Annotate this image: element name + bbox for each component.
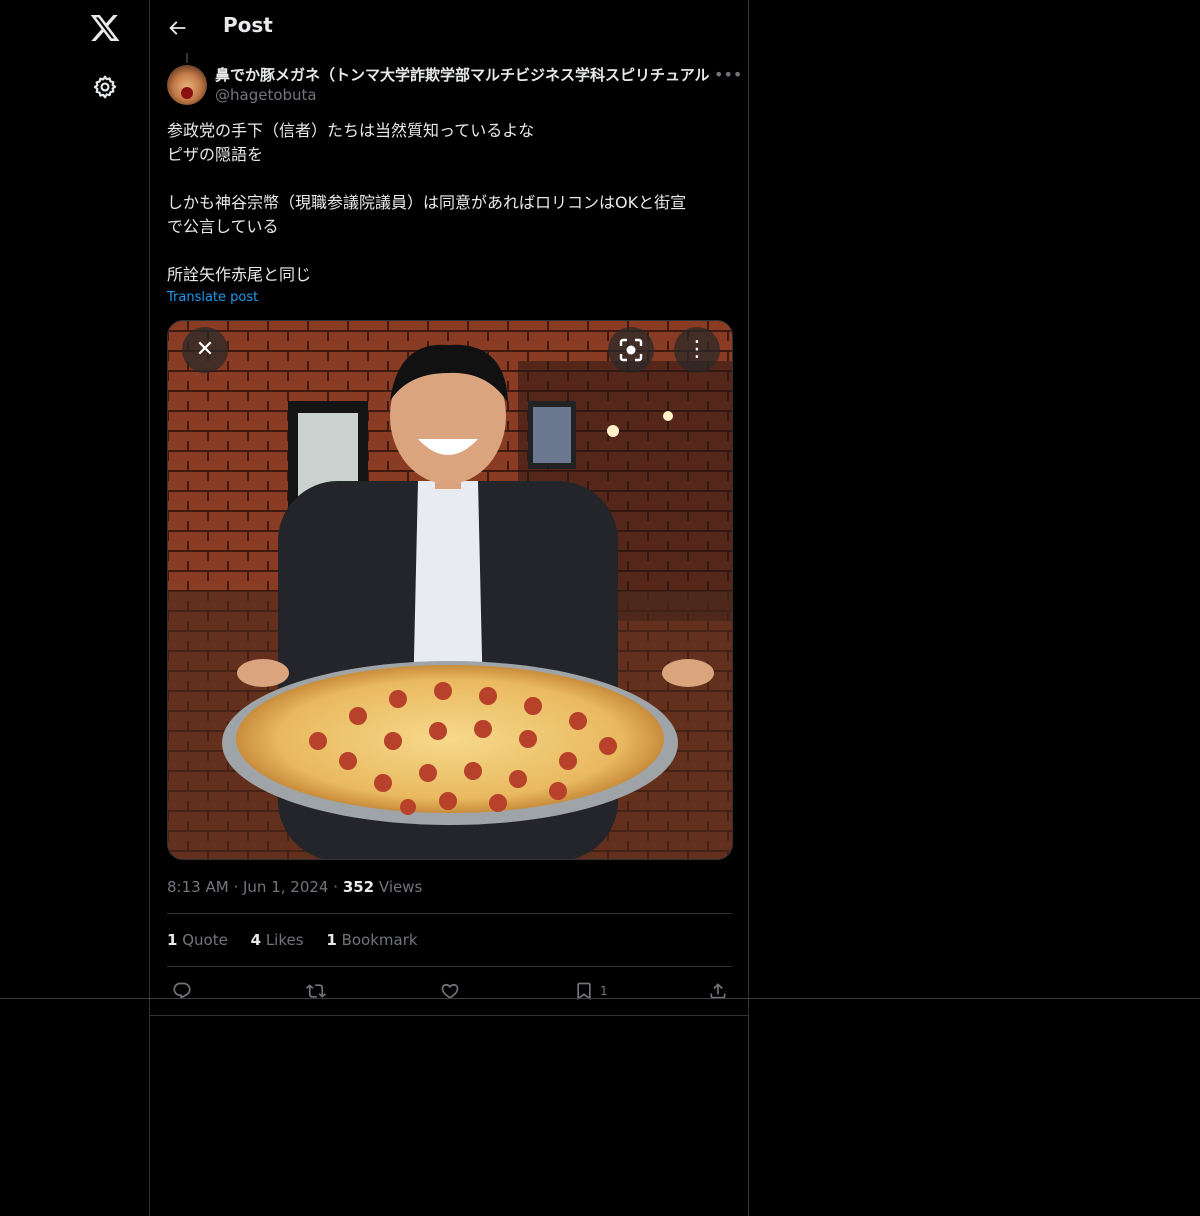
like-button[interactable] <box>440 979 460 1003</box>
settings-gear-icon[interactable] <box>92 74 118 100</box>
post-line <box>167 239 727 263</box>
photo-illustration <box>168 321 732 859</box>
views-label: Views <box>378 878 423 896</box>
post-line: ピザの隠語を <box>167 145 264 164</box>
header: Post <box>150 0 748 55</box>
views-count: 352 <box>342 878 375 896</box>
more-options-icon[interactable]: ••• <box>714 64 742 86</box>
bookmark-count: 1 <box>600 984 608 998</box>
divider <box>150 1015 748 1016</box>
overlay-menu-icon[interactable]: ⋮ <box>674 327 720 373</box>
bookmark-button[interactable]: 1 <box>574 979 608 1003</box>
divider <box>167 913 732 914</box>
post-line: で公言している <box>167 217 279 236</box>
post-line: 所詮矢作赤尾と同じ <box>167 265 312 284</box>
lens-search-icon[interactable] <box>608 327 654 373</box>
translate-post-link[interactable]: Translate post <box>167 290 258 305</box>
post-stats: 1 Quote 4 Likes 1 Bookmark <box>167 931 436 949</box>
likes-stat[interactable]: 4 Likes <box>251 931 304 949</box>
post-line <box>167 167 727 191</box>
reply-button[interactable] <box>172 979 192 1003</box>
main-column: Post 鼻でか豚メガネ（トンマ大学詐欺学部マルチビジネス学科スピリチュアル @… <box>149 0 749 1216</box>
post-photo[interactable]: ✕ ⋮ <box>167 320 733 860</box>
post-line: 参政党の手下（信者）たちは当然質知っているよな <box>167 121 535 140</box>
left-sidebar <box>0 0 149 1216</box>
x-logo-icon[interactable] <box>89 12 121 44</box>
thread-line <box>186 53 188 63</box>
close-overlay-icon[interactable]: ✕ <box>182 327 228 373</box>
overlay-divider-line <box>0 998 1200 999</box>
page-title: Post <box>223 13 273 37</box>
author-handle[interactable]: @hagetobuta <box>215 86 317 104</box>
share-button[interactable] <box>708 979 728 1003</box>
bookmarks-stat[interactable]: 1 Bookmark <box>326 931 417 949</box>
retweet-button[interactable] <box>306 979 326 1003</box>
post-time[interactable]: 8:13 AM <box>167 878 229 896</box>
quotes-stat[interactable]: 1 Quote <box>167 931 228 949</box>
author-name[interactable]: 鼻でか豚メガネ（トンマ大学詐欺学部マルチビジネス学科スピリチュアル <box>215 64 709 85</box>
action-bar: 1 <box>167 979 732 1003</box>
divider <box>167 966 732 967</box>
avatar[interactable] <box>167 65 207 105</box>
post-meta: 8:13 AM · Jun 1, 2024 · 352 Views <box>167 878 423 896</box>
post-date[interactable]: Jun 1, 2024 <box>243 878 328 896</box>
post-text: 参政党の手下（信者）たちは当然質知っているよな ピザの隠語を しかも神谷宗幣（現… <box>167 119 727 287</box>
back-arrow-icon[interactable] <box>166 17 188 39</box>
post-line: しかも神谷宗幣（現職参議院議員）は同意があればロリコンはOKと街宣 <box>167 193 687 212</box>
